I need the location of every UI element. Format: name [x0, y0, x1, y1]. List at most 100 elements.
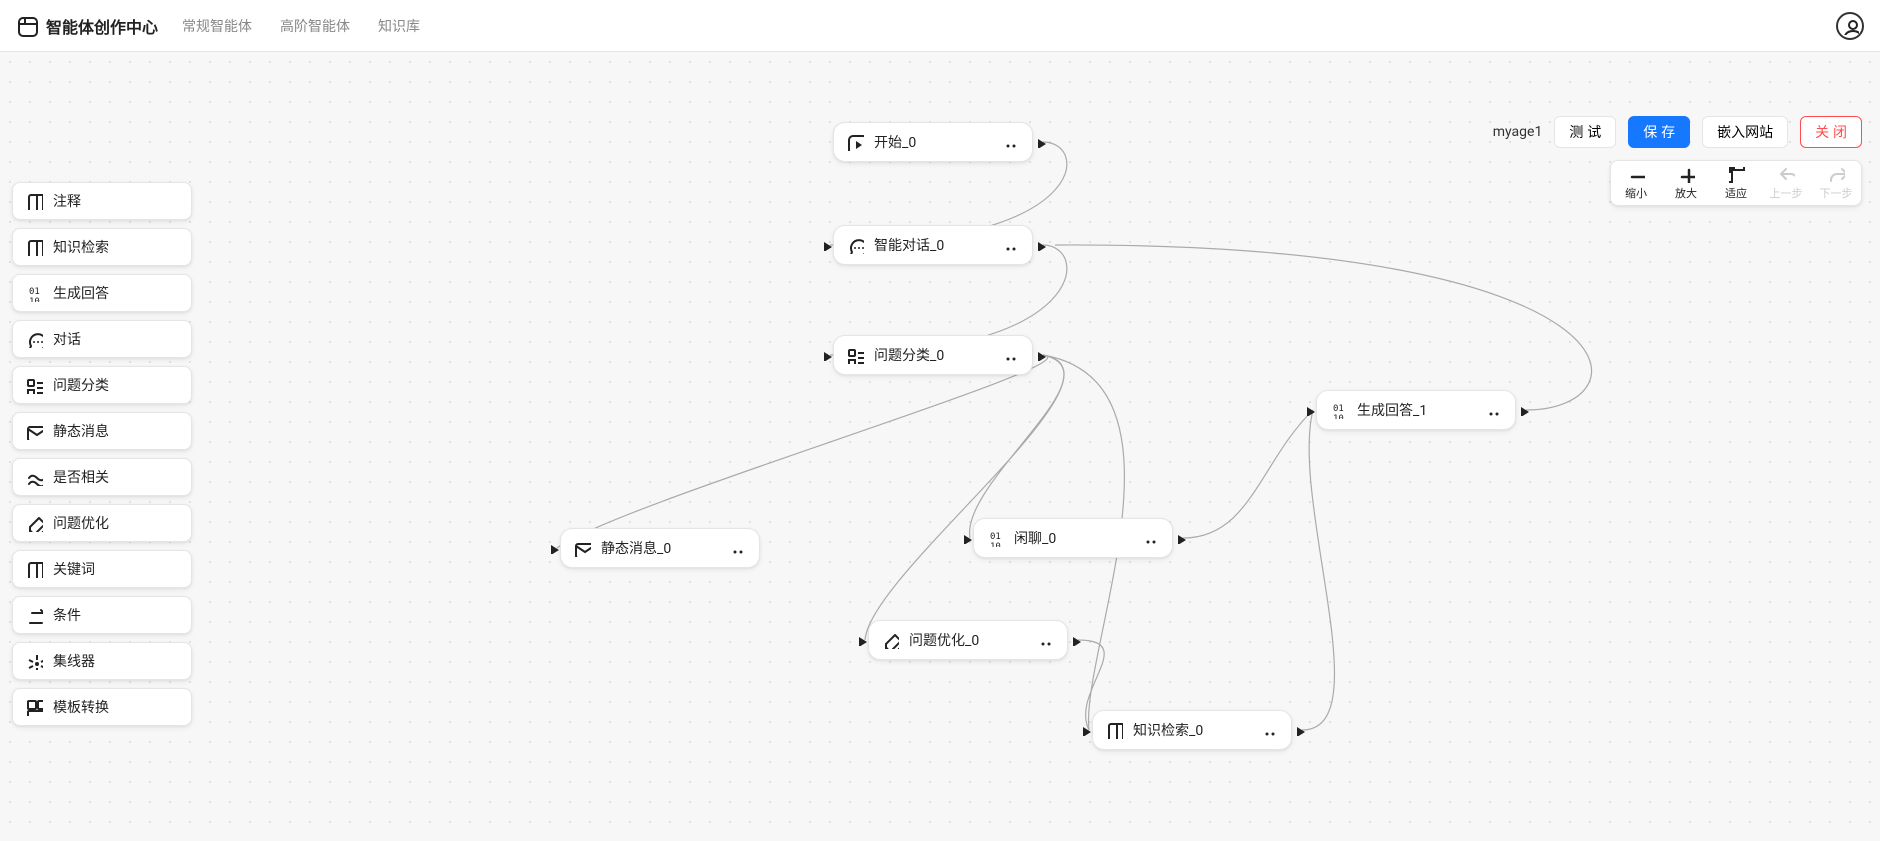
- edges-layer: [0, 52, 1880, 841]
- port-out-icon[interactable]: [1069, 634, 1081, 646]
- port-out-icon[interactable]: [1034, 239, 1046, 251]
- palette-item-10[interactable]: 集线器: [12, 642, 192, 680]
- palette-item-4[interactable]: 问题分类: [12, 366, 192, 404]
- node-more-button[interactable]: [1257, 718, 1281, 742]
- save-button[interactable]: 保 存: [1628, 116, 1690, 148]
- palette-item-label: 问题优化: [53, 513, 109, 533]
- redo-label: 下一步: [1820, 185, 1853, 201]
- port-in-icon[interactable]: [547, 542, 559, 554]
- category-icon: [25, 376, 43, 394]
- port-in-icon[interactable]: [960, 532, 972, 544]
- node-more-button[interactable]: [1481, 398, 1505, 422]
- zoom-in-button[interactable]: 放大: [1661, 161, 1711, 205]
- palette-item-label: 关键词: [53, 559, 95, 579]
- template-icon: [25, 698, 43, 716]
- zoom-out-button[interactable]: 缩小: [1611, 161, 1661, 205]
- palette-item-9[interactable]: 条件: [12, 596, 192, 634]
- node-label: 智能对话_0: [874, 235, 988, 255]
- node-static[interactable]: 静态消息_0: [560, 528, 760, 568]
- optimize-icon: [25, 514, 43, 532]
- fit-icon: [1727, 165, 1745, 183]
- palette-item-label: 对话: [53, 329, 81, 349]
- embed-button[interactable]: 嵌入网站: [1702, 116, 1788, 148]
- palette-item-0[interactable]: 注释: [12, 182, 192, 220]
- node-label: 问题分类_0: [874, 345, 988, 365]
- palette-item-2[interactable]: 生成回答: [12, 274, 192, 312]
- zoom-out-label: 缩小: [1625, 185, 1647, 201]
- port-out-icon[interactable]: [1517, 404, 1529, 416]
- action-bar: myage1 测 试 保 存 嵌入网站 关 闭: [1493, 116, 1862, 148]
- redo-button[interactable]: 下一步: [1811, 161, 1861, 205]
- nav-link-advanced[interactable]: 高阶智能体: [280, 16, 350, 36]
- node-knowledge[interactable]: 知识检索_0: [1092, 710, 1292, 750]
- palette-item-7[interactable]: 问题优化: [12, 504, 192, 542]
- palette-item-6[interactable]: 是否相关: [12, 458, 192, 496]
- binary-icon: [1329, 401, 1347, 419]
- port-out-icon[interactable]: [1034, 136, 1046, 148]
- node-label: 闲聊_0: [1014, 528, 1128, 548]
- canvas[interactable]: myage1 测 试 保 存 嵌入网站 关 闭 缩小 放大 适应 上一步 下一步…: [0, 52, 1880, 841]
- binary-icon: [25, 284, 43, 302]
- undo-button[interactable]: 上一步: [1761, 161, 1811, 205]
- zoom-fit-button[interactable]: 适应: [1711, 161, 1761, 205]
- node-more-button[interactable]: [1138, 526, 1162, 550]
- close-button[interactable]: 关 闭: [1800, 116, 1862, 148]
- zoom-controls: 缩小 放大 适应 上一步 下一步: [1610, 160, 1862, 206]
- book-icon: [1105, 721, 1123, 739]
- node-palette: 注释知识检索生成回答对话问题分类静态消息是否相关问题优化关键词条件集线器模板转换: [12, 182, 192, 726]
- port-out-icon[interactable]: [1174, 532, 1186, 544]
- test-button[interactable]: 测 试: [1554, 116, 1616, 148]
- palette-item-label: 注释: [53, 191, 81, 211]
- palette-item-label: 静态消息: [53, 421, 109, 441]
- book-icon: [25, 238, 43, 256]
- port-in-icon[interactable]: [855, 634, 867, 646]
- port-in-icon[interactable]: [1079, 724, 1091, 736]
- port-out-icon[interactable]: [1034, 349, 1046, 361]
- node-chitchat[interactable]: 闲聊_0: [973, 518, 1173, 558]
- minus-icon: [1627, 165, 1645, 183]
- node-generate[interactable]: 生成回答_1: [1316, 390, 1516, 430]
- node-more-button[interactable]: [725, 536, 749, 560]
- node-more-button[interactable]: [1033, 628, 1057, 652]
- more-icon: [1142, 530, 1158, 546]
- nav-link-regular[interactable]: 常规智能体: [182, 16, 252, 36]
- brand: 智能体创作中心: [16, 14, 158, 38]
- node-category[interactable]: 问题分类_0: [833, 335, 1033, 375]
- port-in-icon[interactable]: [1303, 404, 1315, 416]
- palette-item-8[interactable]: 关键词: [12, 550, 192, 588]
- node-start[interactable]: 开始_0: [833, 122, 1033, 162]
- more-icon: [1261, 722, 1277, 738]
- binary-icon: [986, 529, 1004, 547]
- palette-item-5[interactable]: 静态消息: [12, 412, 192, 450]
- user-avatar[interactable]: [1836, 12, 1864, 40]
- optimize-icon: [881, 631, 899, 649]
- node-dialog[interactable]: 智能对话_0: [833, 225, 1033, 265]
- book-icon: [25, 560, 43, 578]
- node-more-button[interactable]: [998, 233, 1022, 257]
- palette-item-11[interactable]: 模板转换: [12, 688, 192, 726]
- node-more-button[interactable]: [998, 130, 1022, 154]
- port-out-icon[interactable]: [1293, 724, 1305, 736]
- node-more-button[interactable]: [998, 343, 1022, 367]
- port-in-icon[interactable]: [820, 239, 832, 251]
- palette-item-label: 是否相关: [53, 467, 109, 487]
- port-in-icon[interactable]: [820, 349, 832, 361]
- top-nav: 智能体创作中心 常规智能体 高阶智能体 知识库: [0, 0, 1880, 52]
- more-icon: [1002, 237, 1018, 253]
- node-optimize[interactable]: 问题优化_0: [868, 620, 1068, 660]
- palette-item-label: 模板转换: [53, 697, 109, 717]
- node-label: 静态消息_0: [601, 538, 715, 558]
- node-label: 问题优化_0: [909, 630, 1023, 650]
- more-icon: [1002, 134, 1018, 150]
- zoom-in-label: 放大: [1675, 185, 1697, 201]
- more-icon: [1037, 632, 1053, 648]
- palette-item-1[interactable]: 知识检索: [12, 228, 192, 266]
- palette-item-label: 条件: [53, 605, 81, 625]
- undo-icon: [1777, 165, 1795, 183]
- nav-links: 常规智能体 高阶智能体 知识库: [182, 16, 420, 36]
- palette-item-3[interactable]: 对话: [12, 320, 192, 358]
- play-icon: [846, 133, 864, 151]
- redo-icon: [1827, 165, 1845, 183]
- nav-link-knowledge[interactable]: 知识库: [378, 16, 420, 36]
- zoom-fit-label: 适应: [1725, 185, 1747, 201]
